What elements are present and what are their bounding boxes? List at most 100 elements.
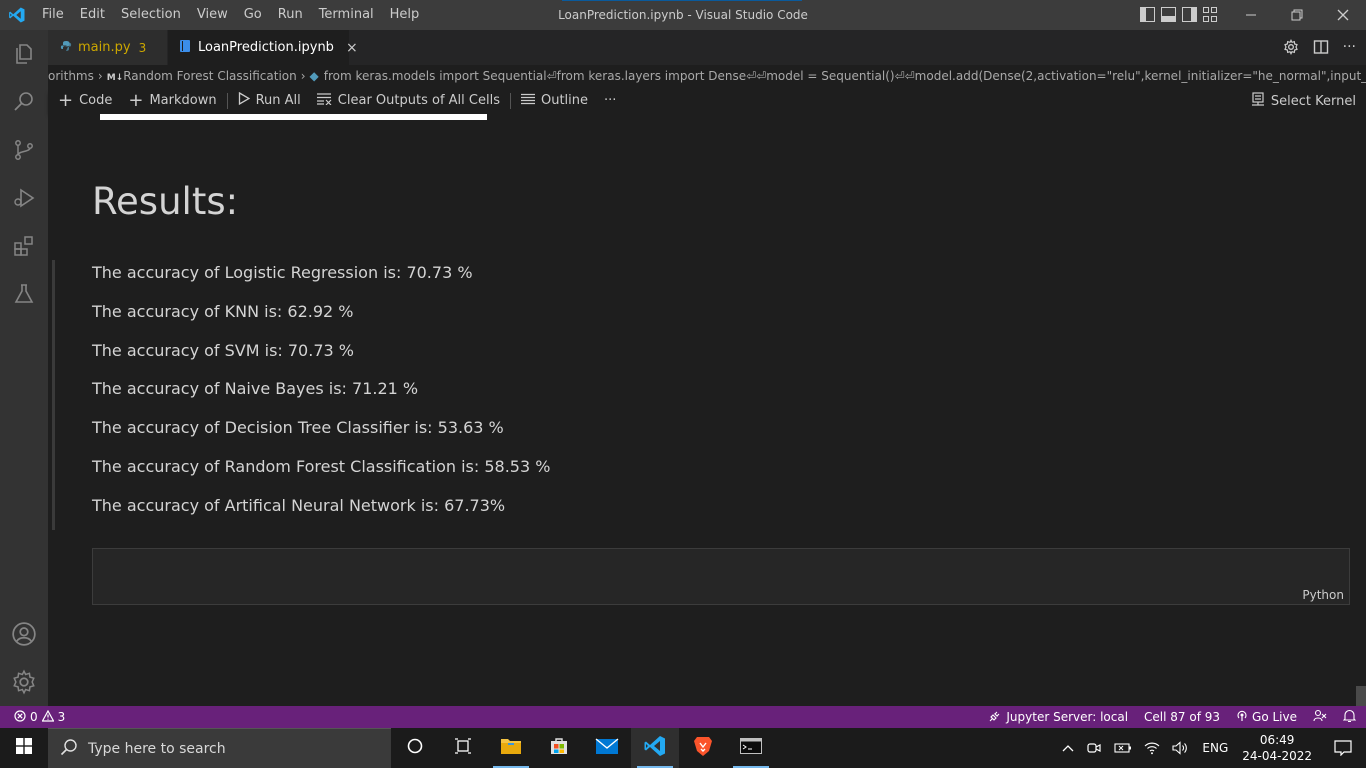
volume-icon[interactable] (1166, 741, 1196, 755)
action-center-icon[interactable] (1320, 740, 1366, 756)
editor-tabs: main.py 3 LoanPrediction.ipynb × ··· (48, 30, 1366, 65)
tab-main-py[interactable]: main.py 3 (48, 30, 168, 65)
accuracy-line: The accuracy of SVM is: 70.73 % (92, 340, 354, 360)
menu-help[interactable]: Help (382, 0, 428, 30)
clock[interactable]: 06:49 24-04-2022 (1234, 732, 1320, 764)
accounts-feedback-icon[interactable] (1313, 709, 1327, 726)
accuracy-line: The accuracy of Naive Bayes is: 71.21 % (92, 379, 419, 399)
empty-code-cell[interactable]: Python (92, 548, 1350, 605)
meet-now-icon[interactable] (1080, 741, 1108, 755)
vscode-icon (643, 734, 667, 762)
status-bar: 0 3 Jupyter Server: local Cell 87 of 93 … (0, 706, 1366, 728)
run-all-label: Run All (255, 93, 301, 108)
add-markdown-cell-button[interactable]: + Markdown (120, 91, 224, 109)
list-icon (520, 93, 535, 109)
notebook-settings-gear-icon[interactable] (1283, 38, 1299, 59)
tab-close-icon[interactable]: × (346, 40, 358, 56)
editor-actions: ··· (1283, 38, 1356, 59)
search-icon[interactable] (0, 78, 48, 126)
go-live-button[interactable]: Go Live (1236, 710, 1297, 725)
run-debug-icon[interactable] (0, 174, 48, 222)
accounts-icon[interactable] (0, 610, 48, 658)
clock-date: 24-04-2022 (1242, 749, 1312, 763)
status-bar-right: Jupyter Server: local Cell 87 of 93 Go L… (989, 706, 1357, 728)
menu-go[interactable]: Go (236, 0, 270, 30)
outline-button[interactable]: Outline (513, 93, 596, 109)
python-file-icon (60, 40, 72, 56)
toolbar-separator (226, 92, 228, 109)
problems-indicator[interactable]: 0 3 (0, 709, 66, 725)
source-control-icon[interactable] (0, 126, 48, 174)
clear-all-icon (316, 92, 332, 109)
toggle-secondary-sidebar-icon[interactable] (1182, 7, 1197, 22)
search-icon (60, 738, 78, 760)
minimize-button[interactable] (1228, 0, 1274, 30)
battery-icon[interactable] (1108, 742, 1138, 754)
breadcrumb-item[interactable]: orithms (48, 69, 94, 83)
menu-run[interactable]: Run (270, 0, 311, 30)
menu-selection[interactable]: Selection (113, 0, 189, 30)
testing-flask-icon[interactable] (0, 270, 48, 318)
notifications-bell-icon[interactable] (1342, 709, 1357, 726)
warning-icon (41, 709, 55, 725)
cortana-button[interactable] (391, 728, 439, 768)
vscode-taskbar[interactable] (631, 728, 679, 768)
play-icon (238, 91, 250, 109)
terminal-taskbar[interactable] (727, 728, 775, 768)
select-kernel-button[interactable]: Select Kernel (1251, 92, 1356, 111)
toggle-panel-icon[interactable] (1161, 7, 1176, 22)
close-window-button[interactable] (1320, 0, 1366, 30)
input-language[interactable]: ENG (1196, 741, 1234, 755)
error-icon (14, 709, 26, 725)
scrollbar-thumb[interactable] (1356, 686, 1366, 706)
show-hidden-icons-chevron-icon[interactable] (1056, 744, 1080, 752)
wifi-icon[interactable] (1138, 741, 1166, 755)
menu-terminal[interactable]: Terminal (311, 0, 382, 30)
breadcrumb: orithms › M↓Random Forest Classification › ◆… (48, 65, 1366, 87)
toggle-primary-sidebar-icon[interactable] (1140, 7, 1155, 22)
windows-logo-icon (16, 738, 32, 758)
markdown-icon: M↓ (106, 73, 124, 83)
cell-language-label[interactable]: Python (1302, 588, 1344, 602)
restore-button[interactable] (1274, 0, 1320, 30)
explorer-icon[interactable] (0, 30, 48, 78)
clear-outputs-button[interactable]: Clear Outputs of All Cells (309, 92, 508, 109)
start-button[interactable] (0, 728, 48, 768)
python-cell-icon: ◆ (309, 69, 319, 83)
warning-count: 3 (57, 710, 66, 724)
customize-layout-icon[interactable] (1203, 7, 1218, 22)
add-code-cell-button[interactable]: + Code (48, 91, 120, 109)
chevron-right-icon: › (97, 69, 103, 83)
extensions-icon[interactable] (0, 222, 48, 270)
run-all-button[interactable]: Run All (230, 91, 309, 109)
microsoft-store-taskbar[interactable] (535, 728, 583, 768)
add-code-label: Code (79, 93, 113, 108)
split-editor-icon[interactable] (1313, 39, 1329, 59)
notebook-editor: Results: The accuracy of Logistic Regres… (48, 114, 1366, 706)
menu-file[interactable]: File (34, 0, 72, 30)
breadcrumb-item[interactable]: Random Forest Classification (123, 69, 297, 83)
more-actions-icon[interactable]: ··· (1343, 39, 1356, 59)
manage-gear-icon[interactable] (0, 658, 48, 706)
menu-view[interactable]: View (189, 0, 236, 30)
file-explorer-taskbar[interactable] (487, 728, 535, 768)
accuracy-list: The accuracy of Logistic Regression is: … (92, 262, 550, 534)
menu-edit[interactable]: Edit (72, 0, 113, 30)
add-markdown-label: Markdown (149, 93, 217, 108)
broadcast-icon (1236, 710, 1248, 725)
toolbar-separator (509, 92, 511, 109)
breadcrumb-item[interactable]: from keras.models import Sequential⏎from… (324, 69, 1366, 83)
error-count: 0 (30, 710, 38, 724)
jupyter-server-status[interactable]: Jupyter Server: local (989, 710, 1128, 725)
toolbar-more-button[interactable]: ··· (596, 93, 624, 108)
mail-taskbar[interactable] (583, 728, 631, 768)
store-bag-icon (549, 736, 569, 760)
results-heading: Results: (92, 180, 239, 223)
cell-position[interactable]: Cell 87 of 93 (1144, 710, 1220, 724)
task-view-button[interactable] (439, 728, 487, 768)
layout-controls (1140, 7, 1218, 22)
vscode-logo-icon (0, 0, 34, 30)
brave-taskbar[interactable] (679, 728, 727, 768)
tab-loanprediction-ipynb[interactable]: LoanPrediction.ipynb × (168, 30, 358, 65)
taskbar-search-input[interactable]: Type here to search (48, 728, 391, 768)
